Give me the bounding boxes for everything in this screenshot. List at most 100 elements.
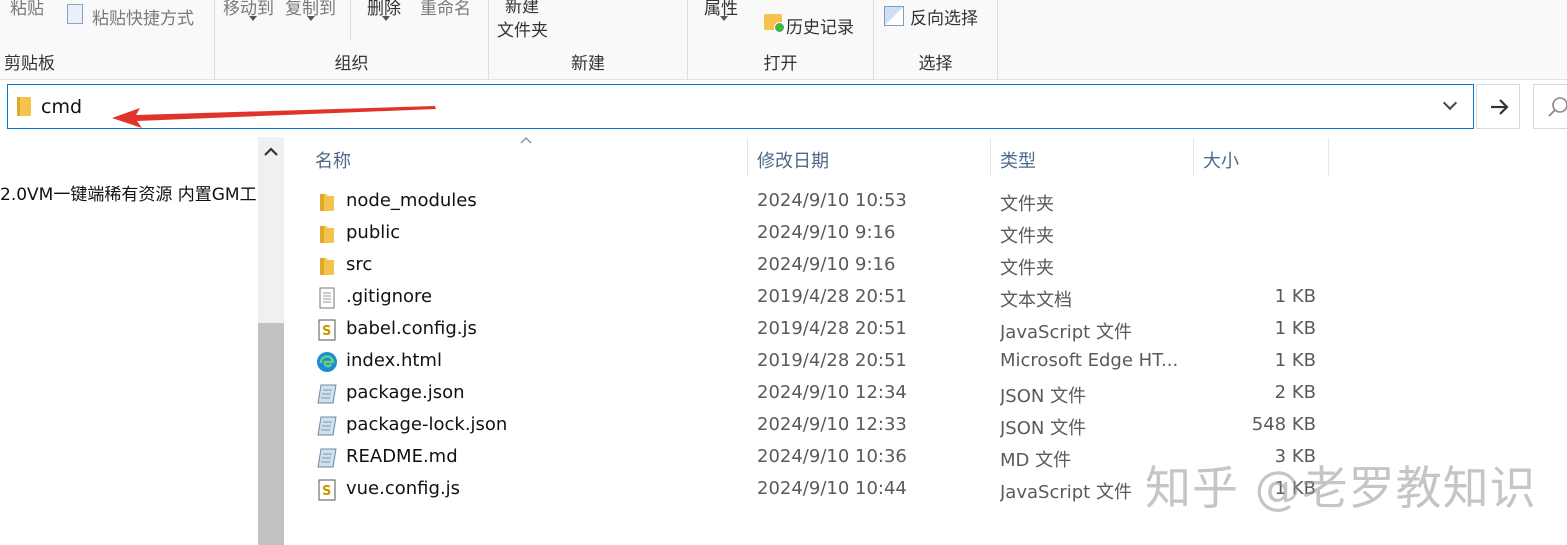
json-icon [316,383,338,405]
folder-icon [316,223,338,245]
group-label-open: 打开 [763,54,798,74]
paste-shortcut-button[interactable]: 粘贴快捷方式 [92,4,194,29]
search-icon [1548,97,1567,117]
group-open: 属性 历史记录 打开 [688,0,874,79]
file-date: 2019/4/28 20:51 [757,350,907,371]
text-icon [316,287,338,309]
file-name: src [346,254,373,275]
delete-dropdown-icon [382,16,390,21]
new-folder-button[interactable]: 文件夹 [497,16,548,41]
file-name: node_modules [346,190,477,211]
json-icon [316,415,338,437]
file-type: 文本文档 [1000,290,1072,311]
group-label-new: 新建 [571,54,605,74]
file-size: 548 KB [1251,414,1316,435]
file-date: 2024/9/10 10:53 [757,190,907,211]
file-date: 2024/9/10 9:16 [757,254,896,275]
folder-icon [316,255,338,277]
group-new: 新建 文件夹 新建 [489,0,688,79]
paste-button[interactable]: 粘贴 [10,0,44,19]
file-row[interactable]: index.html 2019/4/28 20:51 Microsoft Edge … [300,346,1330,378]
navigation-pane: 2.0VM一键端稀有资源 内置GM工 [0,130,285,545]
arrow-right-icon [1491,99,1509,115]
column-header-size[interactable]: 大小 [1203,138,1323,176]
history-icon [764,14,785,33]
group-label-organize: 组织 [334,54,369,74]
svg-text:S: S [322,484,331,499]
file-date: 2019/4/28 20:51 [757,318,907,339]
file-row[interactable]: package.json 2024/9/10 12:34 JSON 文件 2 KB [300,378,1330,410]
column-divider[interactable] [1328,138,1329,176]
column-divider[interactable] [990,138,991,176]
file-type: 文件夹 [1000,226,1054,247]
nav-scrollbar-thumb[interactable] [258,323,284,545]
nav-item[interactable]: 2.0VM一键端稀有资源 内置GM工 [0,180,258,205]
file-row[interactable]: src 2024/9/10 9:16 文件夹 [300,250,1330,282]
file-date: 2024/9/10 12:34 [757,382,907,403]
file-name: vue.config.js [346,478,461,499]
group-label-select: 选择 [918,54,953,74]
ribbon: 粘贴 粘贴快捷方式 剪贴板 移动到 复制到 删除 重命名 组织 新建 文件夹 新… [0,0,1567,80]
group-label-clipboard: 剪贴板 [4,54,55,74]
file-size: 1 KB [1274,286,1316,307]
file-row[interactable]: node_modules 2024/9/10 10:53 文件夹 [300,186,1330,218]
file-row[interactable]: public 2024/9/10 9:16 文件夹 [300,218,1330,250]
file-size: 2 KB [1274,382,1316,403]
invert-selection-button[interactable]: 反向选择 [910,4,978,29]
svg-text:S: S [322,324,331,339]
file-size: 1 KB [1274,350,1316,371]
js-icon: S [316,479,338,501]
group-clipboard: 粘贴 粘贴快捷方式 剪贴板 [0,0,215,79]
properties-dropdown-icon [720,16,728,21]
folder-icon [17,97,31,116]
file-type: 文件夹 [1000,258,1054,279]
file-name: index.html [346,350,442,371]
group-select: 反向选择 选择 [874,0,998,79]
history-button[interactable]: 历史记录 [786,13,854,38]
move-to-dropdown-icon [249,16,257,21]
file-row[interactable]: .gitignore 2019/4/28 20:51 文本文档 1 KB [300,282,1330,314]
edge-icon [316,351,338,373]
file-type: JSON 文件 [1000,386,1087,407]
column-header-name[interactable]: 名称 [315,138,745,176]
file-name: README.md [346,446,458,467]
file-date: 2024/9/10 12:33 [757,414,907,435]
go-button[interactable] [1476,84,1520,129]
file-name: package.json [346,382,465,403]
file-type: 文件夹 [1000,194,1054,215]
js-icon: S [316,319,338,341]
copy-to-dropdown-icon [307,16,315,21]
column-header-date[interactable]: 修改日期 [757,138,987,176]
rename-button[interactable]: 重命名 [420,0,471,19]
file-date: 2024/9/10 10:44 [757,478,907,499]
chevron-down-icon[interactable] [1442,95,1458,111]
file-type: JSON 文件 [1000,418,1087,439]
file-size: 1 KB [1274,318,1316,339]
column-header-type[interactable]: 类型 [1000,138,1190,176]
new-item-button[interactable]: 新建 [505,0,539,17]
file-name: package-lock.json [346,414,508,435]
separator [350,0,351,40]
paste-shortcut-icon [67,4,83,24]
file-date: 2024/9/10 9:16 [757,222,896,243]
file-name: public [346,222,401,243]
file-name: babel.config.js [346,318,477,339]
red-arrow-annotation [112,106,436,128]
search-box[interactable] [1533,84,1567,129]
file-row[interactable]: package-lock.json 2024/9/10 12:33 JSON 文件 5… [300,410,1330,442]
file-date: 2024/9/10 10:36 [757,446,907,467]
folder-icon [316,191,338,213]
file-row[interactable]: Sbabel.config.js 2019/4/28 20:51 JavaScrip… [300,314,1330,346]
invert-selection-icon [884,6,904,26]
file-name: .gitignore [346,286,433,307]
column-divider[interactable] [747,138,748,176]
file-type: Microsoft Edge HT... [1000,350,1179,371]
address-path: cmd [41,96,83,118]
group-organize: 移动到 复制到 删除 重命名 组织 [215,0,489,79]
scroll-up-icon[interactable] [258,139,284,165]
file-date: 2019/4/28 20:51 [757,286,907,307]
json-icon [316,447,338,469]
watermark: 知乎 @老罗教知识 [1145,461,1537,515]
column-divider[interactable] [1193,138,1194,176]
file-type: JavaScript 文件 [1000,322,1132,343]
